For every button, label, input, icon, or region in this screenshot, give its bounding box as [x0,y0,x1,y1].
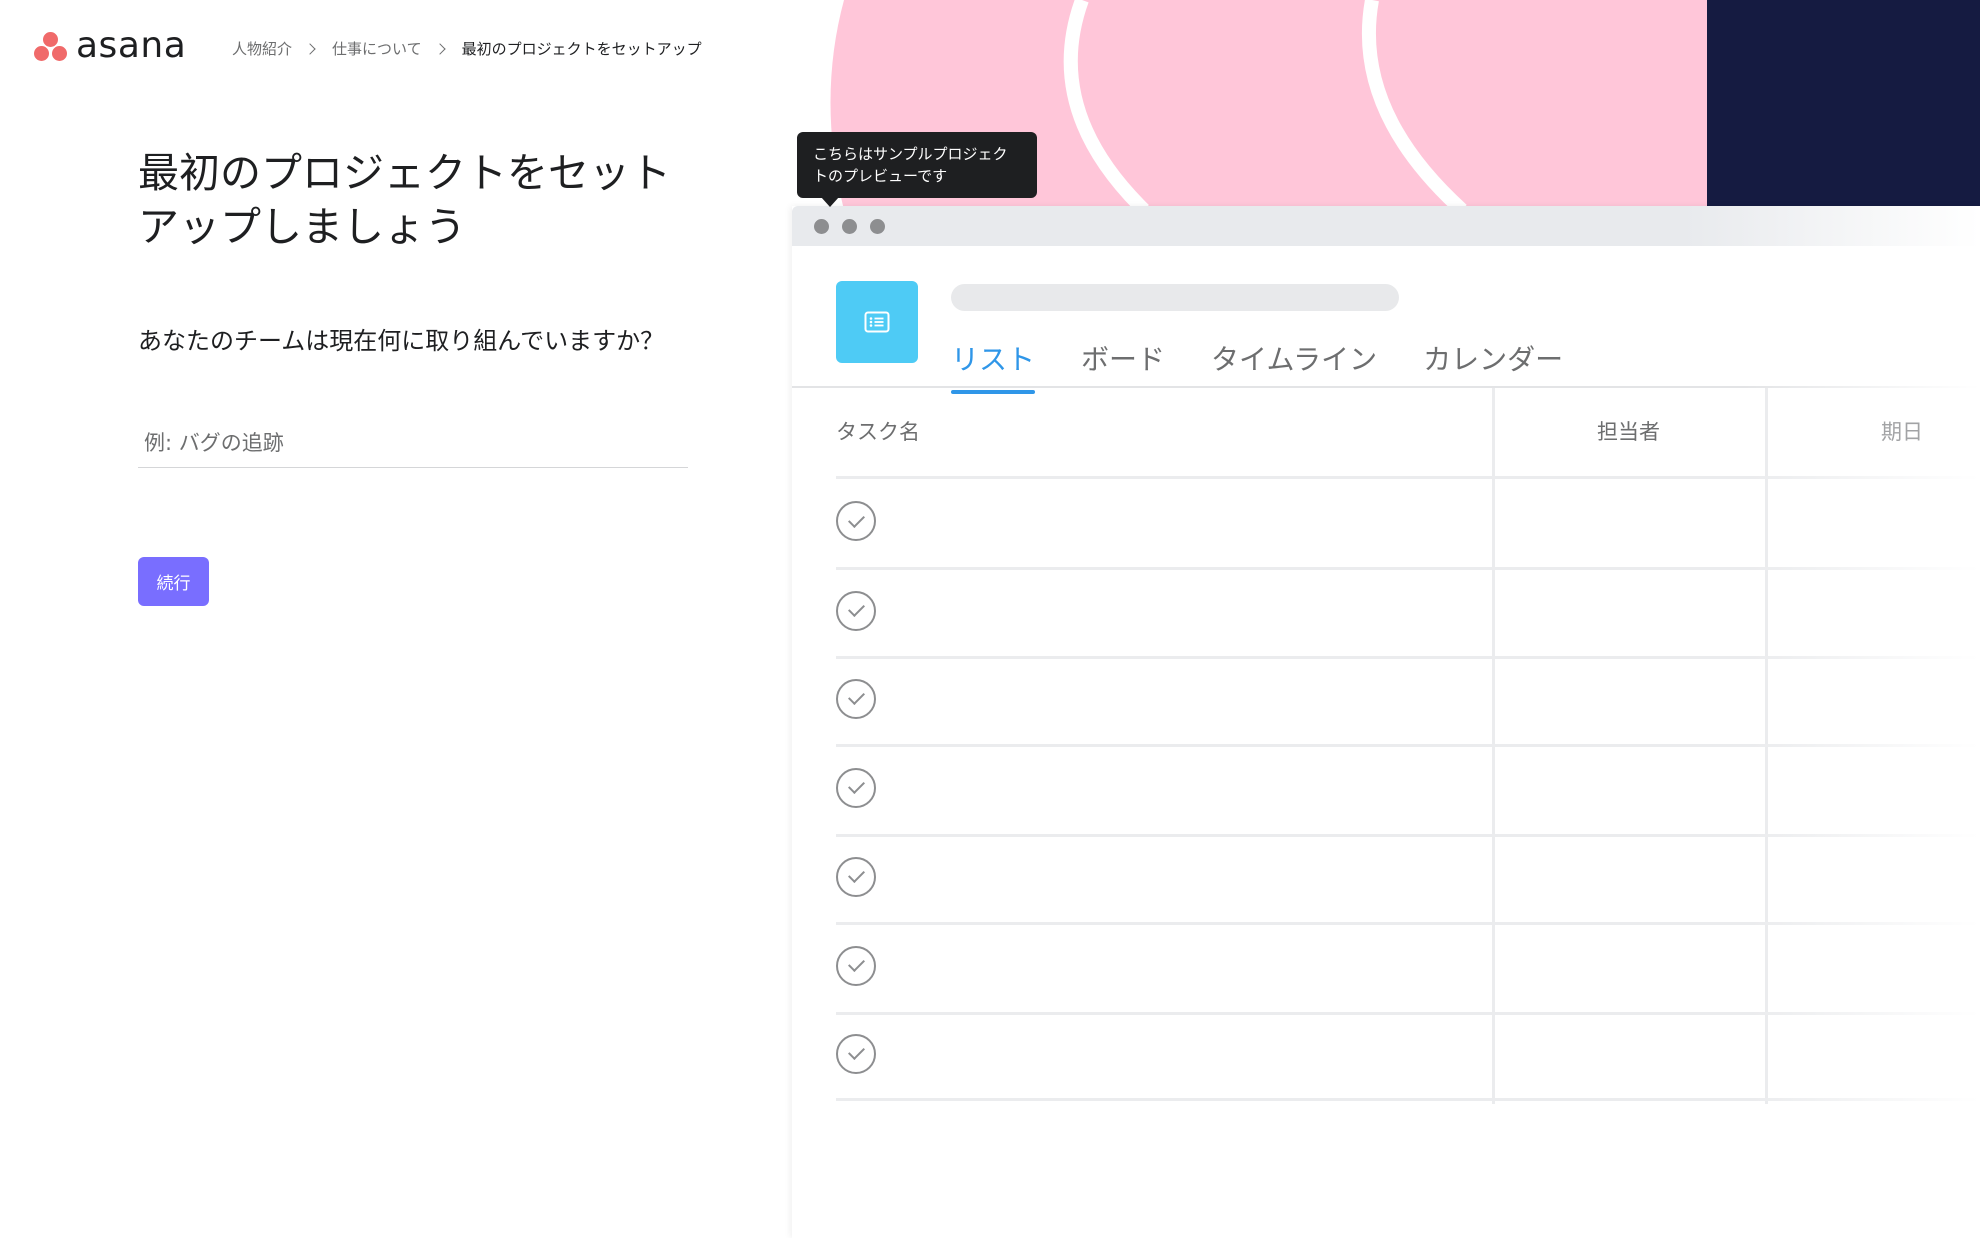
project-list-icon [836,281,918,363]
breadcrumb-item-work[interactable]: 仕事について [332,38,422,59]
page-title: 最初のプロジェクトをセットアップしましょう [138,149,671,251]
window-title-bar [792,206,1980,246]
table-row-divider [836,567,1980,570]
table-row-divider [836,834,1980,837]
table-row-divider [836,744,1980,747]
table-row-divider [836,1098,1980,1101]
window-dot-icon [842,219,857,234]
column-header-assignee: 担当者 [1597,420,1660,444]
tab-list[interactable]: リスト [951,326,1036,394]
view-tabs: リスト ボード タイムライン カレンダー [951,326,1609,394]
column-header-due-date: 期日 [1881,420,1923,444]
tab-board[interactable]: ボード [1081,326,1165,394]
project-title-placeholder [951,284,1399,311]
tabs-divider [792,386,1980,388]
project-preview-window: リスト ボード タイムライン カレンダー タスク名 担当者 期日 [792,206,1980,1238]
task-complete-checkbox[interactable] [836,590,876,631]
task-complete-checkbox[interactable] [836,1033,876,1074]
task-complete-checkbox[interactable] [836,856,876,897]
project-name-input[interactable] [138,418,688,468]
tab-timeline[interactable]: タイムライン [1211,326,1377,394]
table-row-divider [836,656,1980,659]
task-complete-checkbox[interactable] [836,678,876,719]
continue-button[interactable]: 続行 [138,557,209,606]
chevron-right-icon [433,42,446,55]
tab-calendar[interactable]: カレンダー [1423,326,1563,394]
breadcrumb-item-profile[interactable]: 人物紹介 [232,38,292,59]
window-dot-icon [870,219,885,234]
task-complete-checkbox[interactable] [836,767,876,808]
window-dot-icon [814,219,829,234]
task-complete-checkbox[interactable] [836,945,876,986]
table-header-divider [836,476,1980,479]
table-row-divider [836,1012,1980,1015]
team-question-label: あなたのチームは現在何に取り組んでいますか？ [138,327,665,355]
table-row-divider [836,922,1980,925]
chevron-right-icon [304,42,316,55]
column-header-task-name: タスク名 [836,420,920,444]
breadcrumb-item-project-setup: 最初のプロジェクトをセットアップ [461,40,702,58]
asana-logo[interactable]: asana [32,28,186,64]
asana-logo-icon [32,28,70,64]
preview-tooltip: こちらはサンプルプロジェクトのプレビューです [797,132,1037,207]
logo-text: asana [76,25,187,66]
breadcrumb: 人物紹介 仕事について 最初のプロジェクトをセットアップ [232,38,702,59]
task-complete-checkbox[interactable] [836,501,876,541]
